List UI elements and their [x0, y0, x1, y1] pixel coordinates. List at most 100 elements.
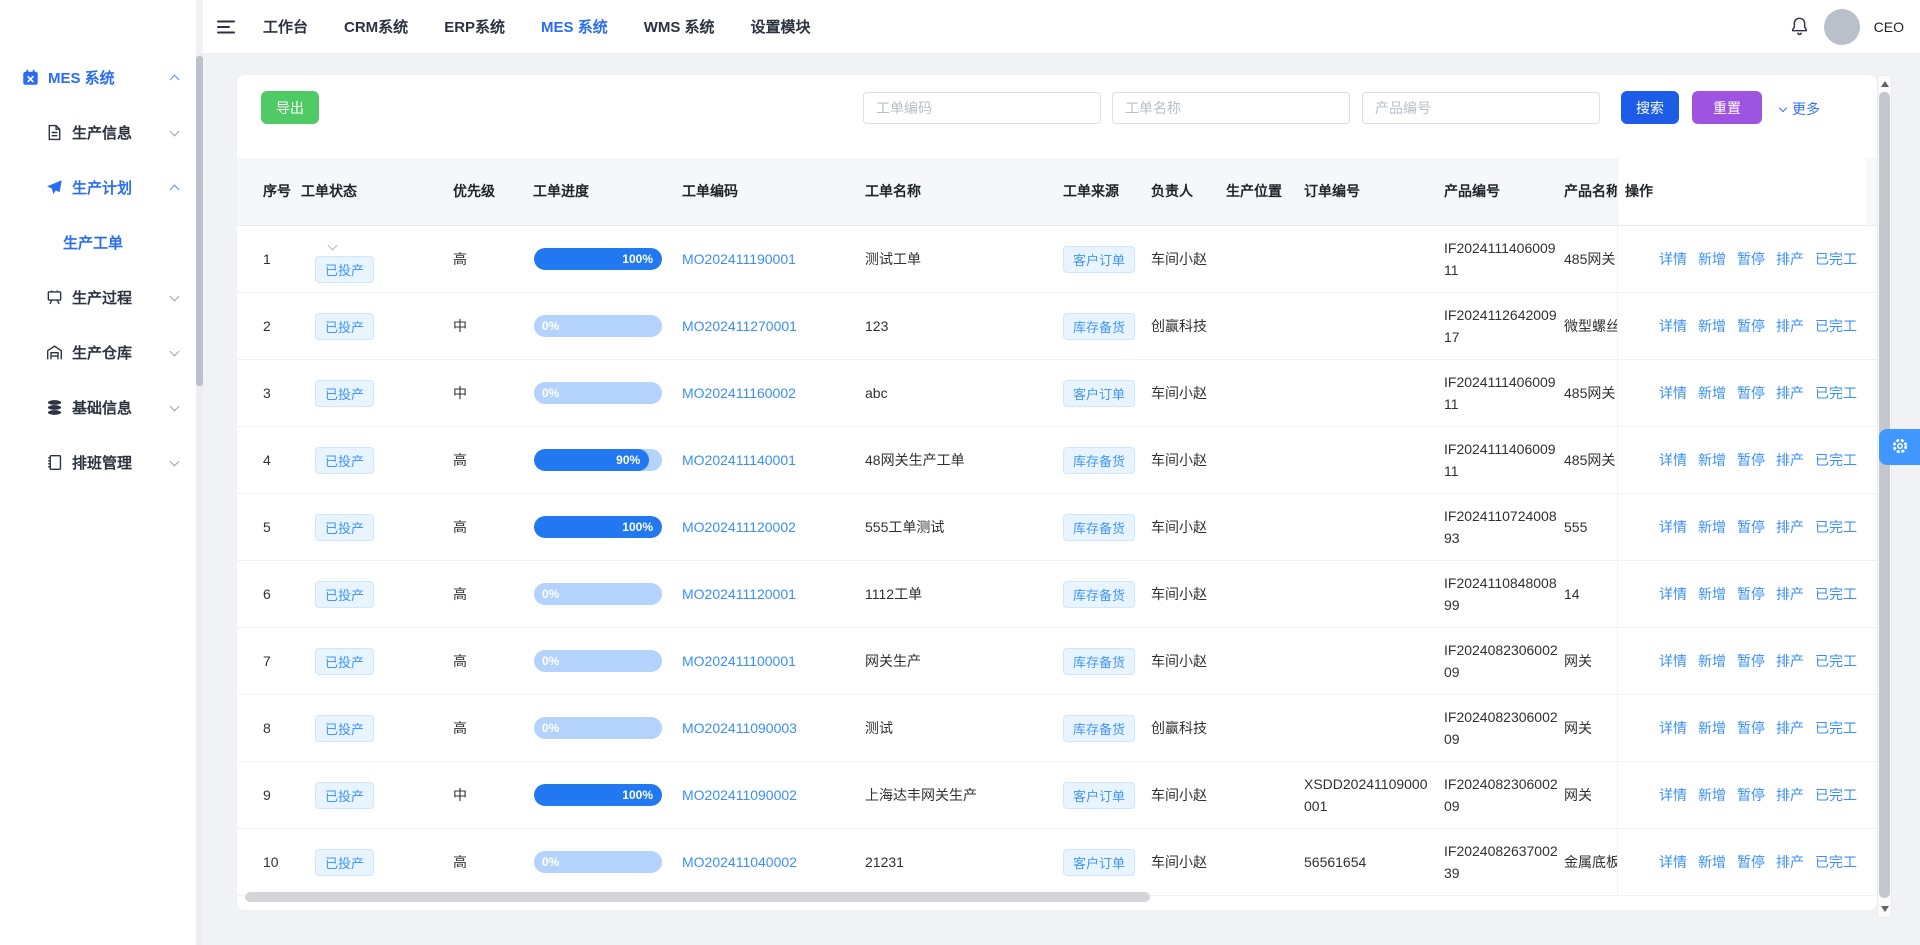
progress-bar: 0%	[534, 650, 662, 672]
avatar[interactable]	[1824, 9, 1860, 45]
action-detail[interactable]: 详情	[1659, 852, 1687, 872]
tab-wms[interactable]: WMS 系统	[644, 16, 715, 37]
horizontal-scrollbar-thumb[interactable]	[245, 892, 1150, 902]
workorder-code-link[interactable]: MO202411190001	[682, 251, 796, 267]
action-completed[interactable]: 已完工	[1815, 785, 1857, 805]
sidebar-item-production-info[interactable]: 生产信息	[0, 105, 196, 160]
tab-workbench[interactable]: 工作台	[263, 16, 308, 37]
action-detail[interactable]: 详情	[1659, 316, 1687, 336]
action-detail[interactable]: 详情	[1659, 785, 1687, 805]
action-detail[interactable]: 详情	[1659, 517, 1687, 537]
action-pause[interactable]: 暂停	[1737, 249, 1765, 269]
workorder-code-link[interactable]: MO202411090002	[682, 787, 797, 803]
product-code-input[interactable]	[1362, 92, 1600, 124]
status-badge: 已投产	[315, 715, 374, 742]
workorder-name-input[interactable]	[1112, 92, 1350, 124]
action-add[interactable]: 新增	[1698, 584, 1726, 604]
progress-cell: 0%	[529, 583, 678, 605]
bell-icon[interactable]	[1789, 16, 1810, 37]
action-detail[interactable]: 详情	[1659, 450, 1687, 470]
action-schedule[interactable]: 排产	[1776, 651, 1804, 671]
progress-bar: 0%	[534, 382, 662, 404]
action-pause[interactable]: 暂停	[1737, 718, 1765, 738]
reset-button[interactable]: 重置	[1692, 91, 1762, 124]
action-completed[interactable]: 已完工	[1815, 383, 1857, 403]
action-detail[interactable]: 详情	[1659, 718, 1687, 738]
sidebar-item-production-plan[interactable]: 生产计划	[0, 160, 196, 215]
action-schedule[interactable]: 排产	[1776, 785, 1804, 805]
action-detail[interactable]: 详情	[1659, 249, 1687, 269]
vertical-scrollbar-thumb[interactable]	[1879, 92, 1890, 898]
action-add[interactable]: 新增	[1698, 852, 1726, 872]
sidebar-item-shift-management[interactable]: 排班管理	[0, 435, 196, 490]
vertical-scrollbar[interactable]	[1877, 75, 1892, 918]
sidebar-item-production-process[interactable]: 生产过程	[0, 270, 196, 325]
workorder-code-link[interactable]: MO202411140001	[682, 452, 796, 468]
sidebar-item-mes-system[interactable]: MES 系统	[0, 50, 196, 105]
export-button[interactable]: 导出	[261, 91, 319, 124]
action-pause[interactable]: 暂停	[1737, 651, 1765, 671]
scroll-up-arrow-icon[interactable]	[1881, 81, 1889, 87]
action-add[interactable]: 新增	[1698, 785, 1726, 805]
action-detail[interactable]: 详情	[1659, 651, 1687, 671]
tab-crm[interactable]: CRM系统	[344, 16, 408, 37]
database-icon	[46, 399, 63, 416]
workorder-code-link[interactable]: MO202411120002	[682, 519, 796, 535]
action-add[interactable]: 新增	[1698, 316, 1726, 336]
scroll-down-arrow-icon[interactable]	[1881, 906, 1889, 912]
action-pause[interactable]: 暂停	[1737, 316, 1765, 336]
action-pause[interactable]: 暂停	[1737, 584, 1765, 604]
action-add[interactable]: 新增	[1698, 450, 1726, 470]
workorder-code-input[interactable]	[863, 92, 1101, 124]
action-schedule[interactable]: 排产	[1776, 249, 1804, 269]
action-add[interactable]: 新增	[1698, 517, 1726, 537]
action-detail[interactable]: 详情	[1659, 584, 1687, 604]
action-pause[interactable]: 暂停	[1737, 517, 1765, 537]
action-schedule[interactable]: 排产	[1776, 584, 1804, 604]
action-completed[interactable]: 已完工	[1815, 852, 1857, 872]
action-pause[interactable]: 暂停	[1737, 785, 1765, 805]
workorder-code-link[interactable]: MO202411160002	[682, 385, 796, 401]
action-completed[interactable]: 已完工	[1815, 249, 1857, 269]
tab-mes[interactable]: MES 系统	[541, 16, 608, 37]
search-button[interactable]: 搜索	[1621, 91, 1679, 124]
sidebar-item-basic-info[interactable]: 基础信息	[0, 380, 196, 435]
action-pause[interactable]: 暂停	[1737, 383, 1765, 403]
action-schedule[interactable]: 排产	[1776, 852, 1804, 872]
action-schedule[interactable]: 排产	[1776, 383, 1804, 403]
action-completed[interactable]: 已完工	[1815, 517, 1857, 537]
sidebar-item-production-workorder[interactable]: 生产工单	[0, 215, 196, 270]
action-add[interactable]: 新增	[1698, 718, 1726, 738]
tab-erp[interactable]: ERP系统	[444, 16, 505, 37]
settings-fab[interactable]	[1879, 429, 1920, 465]
action-schedule[interactable]: 排产	[1776, 718, 1804, 738]
action-completed[interactable]: 已完工	[1815, 316, 1857, 336]
action-pause[interactable]: 暂停	[1737, 450, 1765, 470]
tab-settings-module[interactable]: 设置模块	[751, 16, 811, 37]
sidebar-item-production-warehouse[interactable]: 生产仓库	[0, 325, 196, 380]
workorder-code-link[interactable]: MO202411270001	[682, 318, 797, 334]
action-add[interactable]: 新增	[1698, 651, 1726, 671]
action-schedule[interactable]: 排产	[1776, 316, 1804, 336]
action-detail[interactable]: 详情	[1659, 383, 1687, 403]
expand-chevron-icon[interactable]	[329, 236, 336, 252]
workorder-code-link[interactable]: MO202411090003	[682, 720, 797, 736]
action-add[interactable]: 新增	[1698, 249, 1726, 269]
menu-toggle-icon[interactable]	[217, 20, 235, 34]
action-add[interactable]: 新增	[1698, 383, 1726, 403]
sidebar-scrollbar[interactable]	[196, 54, 203, 945]
sidebar-scrollbar-thumb[interactable]	[196, 56, 203, 386]
horizontal-scrollbar[interactable]	[245, 892, 1860, 902]
action-completed[interactable]: 已完工	[1815, 450, 1857, 470]
action-completed[interactable]: 已完工	[1815, 584, 1857, 604]
workorder-code-link[interactable]: MO202411100001	[682, 653, 796, 669]
status-badge: 已投产	[315, 447, 374, 474]
workorder-code-link[interactable]: MO202411040002	[682, 854, 797, 870]
workorder-code-link[interactable]: MO202411120001	[682, 586, 796, 602]
action-pause[interactable]: 暂停	[1737, 852, 1765, 872]
action-schedule[interactable]: 排产	[1776, 517, 1804, 537]
action-completed[interactable]: 已完工	[1815, 651, 1857, 671]
action-schedule[interactable]: 排产	[1776, 450, 1804, 470]
more-filters-toggle[interactable]: 更多	[1780, 99, 1820, 119]
action-completed[interactable]: 已完工	[1815, 718, 1857, 738]
